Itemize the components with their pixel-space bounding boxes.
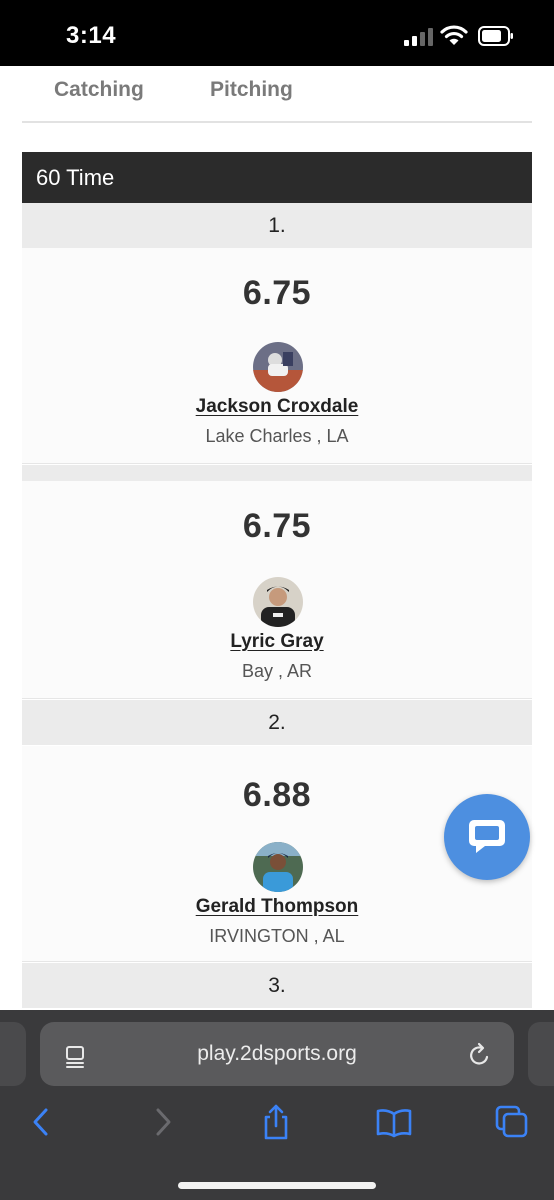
tab-catching[interactable]: Catching (54, 78, 144, 102)
tab-pitching[interactable]: Pitching (210, 78, 293, 102)
browser-toolbar: play.2dsports.org (0, 1010, 554, 1200)
player-name-link[interactable]: Gerald Thompson (22, 896, 532, 918)
rank-label: 3. (268, 974, 286, 997)
url-text: play.2dsports.org (197, 1042, 357, 1065)
section-title: 60 Time (36, 165, 115, 190)
player-name-link[interactable]: Lyric Gray (22, 631, 532, 653)
wifi-icon (440, 25, 468, 45)
rank-row: 2. (22, 700, 532, 745)
reload-icon[interactable] (468, 1042, 492, 1068)
player-card: 6.75 Jackson Croxdale Lake Charles , LA (22, 248, 532, 464)
player-location: IRVINGTON , AL (209, 926, 345, 946)
player-name-link[interactable]: Jackson Croxdale (22, 396, 532, 418)
player-avatar[interactable] (253, 577, 303, 627)
player-card: 6.75 Lyric Gray Bay , AR (22, 481, 532, 699)
status-bar: 3:14 (0, 0, 554, 66)
category-tabs: Catching Pitching (22, 66, 532, 123)
player-avatar[interactable] (253, 842, 303, 892)
chat-button[interactable] (444, 794, 530, 880)
status-time: 3:14 (66, 22, 117, 49)
home-indicator (178, 1182, 376, 1189)
time-value: 6.75 (242, 507, 312, 545)
share-icon[interactable] (258, 1104, 294, 1140)
bookmarks-icon[interactable] (376, 1104, 412, 1140)
rank-row: 3. (22, 963, 532, 1008)
battery-icon (478, 26, 513, 46)
section-header: 60 Time (22, 152, 532, 203)
rank-row: 1. (22, 203, 532, 248)
forward-arrow-icon[interactable] (144, 1104, 180, 1140)
previous-tab-peek[interactable] (0, 1022, 26, 1086)
player-location: Lake Charles , LA (205, 426, 349, 446)
card-separator (22, 465, 532, 481)
cellular-signal-icon (404, 28, 434, 46)
chat-bubble-icon (469, 820, 505, 853)
time-value: 6.75 (242, 274, 312, 312)
next-tab-peek[interactable] (528, 1022, 554, 1086)
back-arrow-icon[interactable] (24, 1104, 60, 1140)
player-location: Bay , AR (241, 661, 313, 681)
address-bar[interactable]: play.2dsports.org (40, 1022, 514, 1086)
rank-label: 2. (268, 711, 286, 734)
player-avatar[interactable] (253, 342, 303, 392)
tabs-icon[interactable] (494, 1104, 530, 1140)
rank-label: 1. (268, 214, 286, 237)
